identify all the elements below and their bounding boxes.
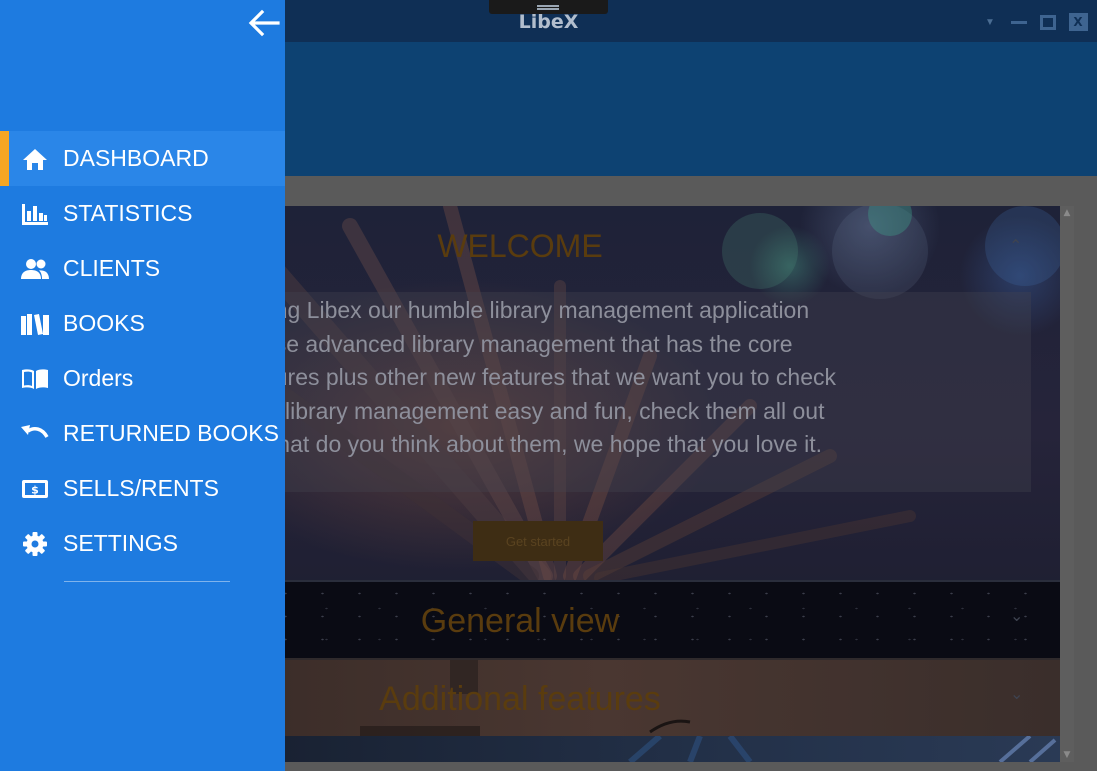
- nav-label: BOOKS: [63, 310, 145, 336]
- additional-features-section[interactable]: Additional features ⌄: [230, 658, 1060, 738]
- general-view-title: General view: [420, 602, 620, 640]
- content-scrollbar[interactable]: ▲ ▼: [1060, 206, 1074, 762]
- welcome-section: WELCOME ⌃ r trying Libex our humble libr…: [230, 206, 1060, 580]
- cash-icon: $: [20, 477, 50, 501]
- home-icon: [20, 147, 50, 171]
- scroll-up-icon[interactable]: ▲: [1062, 208, 1072, 218]
- nav-label: SETTINGS: [63, 530, 179, 556]
- svg-text:$: $: [31, 483, 39, 496]
- bottom-background-image: [628, 733, 1057, 762]
- nav-item-dashboard[interactable]: DASHBOARD: [0, 131, 285, 186]
- nav-item-statistics[interactable]: STATISTICS: [0, 186, 285, 241]
- dashboard-card: WELCOME ⌃ r trying Libex our humble libr…: [230, 206, 1060, 762]
- chevron-down-icon[interactable]: ⌄: [1010, 606, 1023, 625]
- minimize-button[interactable]: [1010, 13, 1028, 31]
- nav-label: RETURNED BOOKS: [63, 420, 279, 446]
- nav-item-books[interactable]: BOOKS: [0, 296, 285, 351]
- navigation-drawer: DASHBOARD STATISTICS CLIENTS BOOKS Order: [0, 0, 285, 771]
- additional-features-title: Additional features: [379, 680, 661, 718]
- welcome-text: r trying Libex our humble library manage…: [230, 297, 837, 457]
- scroll-down-icon[interactable]: ▼: [1062, 750, 1072, 760]
- window-dropdown-icon[interactable]: ▼: [983, 13, 997, 31]
- nav-label: Orders: [63, 365, 134, 391]
- nav-label: DASHBOARD: [63, 145, 209, 171]
- get-started-button[interactable]: Get started: [473, 521, 603, 561]
- books-icon: [20, 312, 50, 336]
- nav-label: SELLS/RENTS: [63, 475, 219, 501]
- chevron-down-icon[interactable]: ⌄: [1010, 684, 1023, 703]
- chevron-up-icon[interactable]: ⌃: [1009, 236, 1022, 255]
- nav-item-clients[interactable]: CLIENTS: [0, 241, 285, 296]
- nav-item-sells-rents[interactable]: $ SELLS/RENTS: [0, 461, 285, 516]
- close-button[interactable]: X: [1068, 13, 1088, 31]
- next-section-peek: [230, 733, 1060, 762]
- drawer-divider: [64, 581, 230, 582]
- app-window: LibeX ▼ X WELCOME ⌃ Libex our humble lib…: [0, 0, 1097, 771]
- nav-label: STATISTICS: [63, 200, 193, 226]
- nav-label: CLIENTS: [63, 255, 161, 281]
- arrow-left-icon: [248, 9, 280, 37]
- people-icon: [20, 257, 50, 281]
- general-view-section[interactable]: General view ⌄: [230, 580, 1060, 658]
- maximize-button[interactable]: [1039, 13, 1057, 31]
- open-book-icon: [20, 367, 50, 391]
- nav-item-settings[interactable]: SETTINGS: [0, 516, 285, 571]
- back-arrow-button[interactable]: [246, 8, 282, 38]
- undo-icon: [20, 422, 50, 446]
- nav-item-orders[interactable]: Orders: [0, 351, 285, 406]
- welcome-title: WELCOME: [437, 228, 603, 264]
- bar-chart-icon: [20, 202, 50, 226]
- nav-item-returned-books[interactable]: RETURNED BOOKS: [0, 406, 285, 461]
- gear-icon: [20, 531, 50, 556]
